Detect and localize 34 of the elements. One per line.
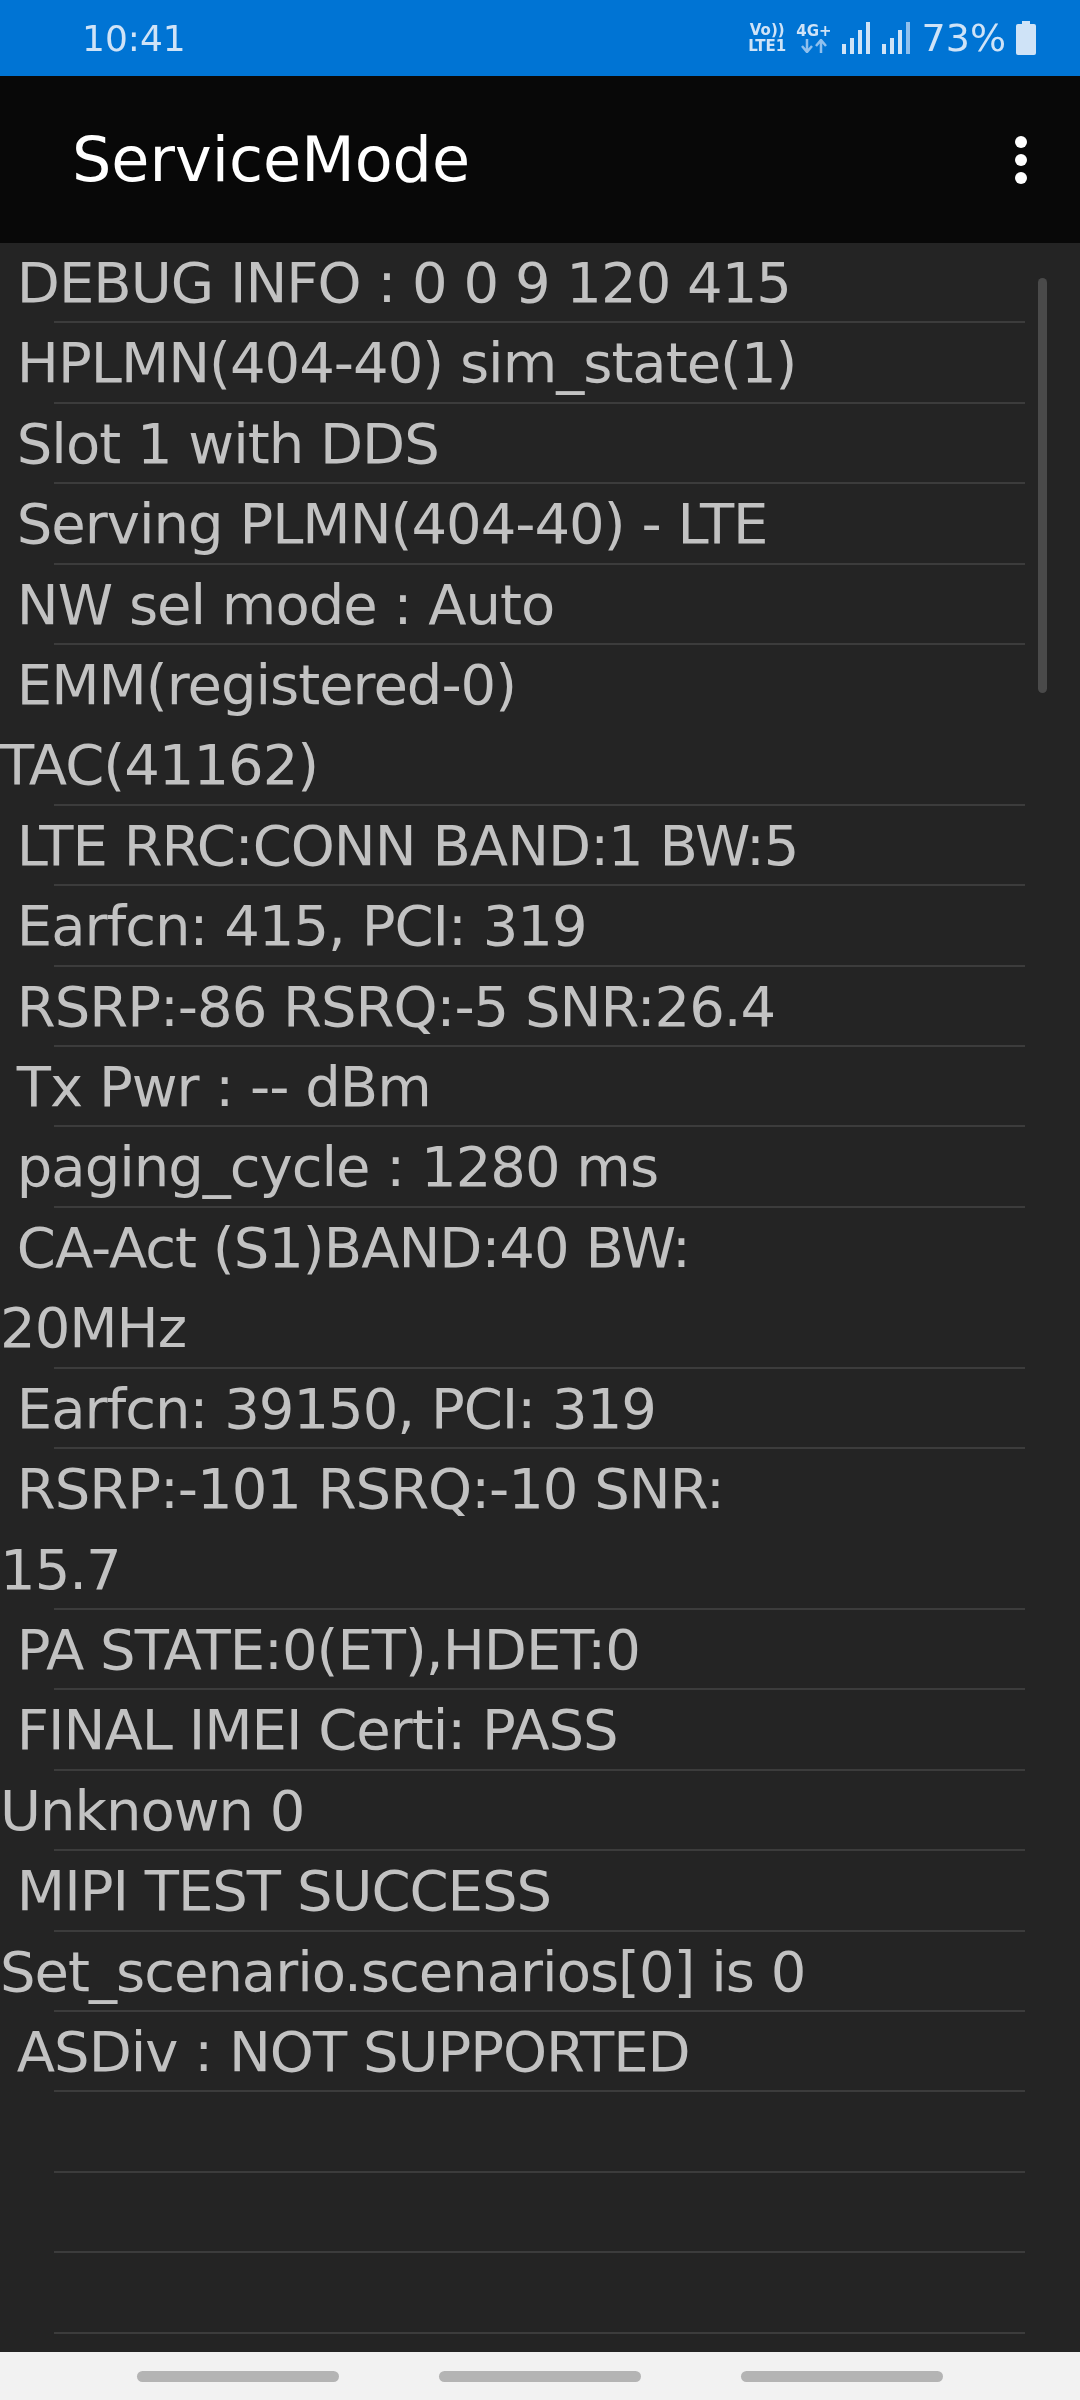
info-line: LTE RRC:CONN BAND:1 BW:5	[15, 811, 800, 880]
info-line: RSRP:-101 RSRQ:-10 SNR: 15.7	[0, 1455, 725, 1604]
nav-handle[interactable]	[439, 2370, 641, 2382]
nav-handle[interactable]	[741, 2370, 943, 2382]
info-line: paging_cycle : 1280 ms	[15, 1133, 660, 1202]
info-line: NW sel mode : Auto	[15, 570, 556, 639]
signal-icon	[841, 22, 872, 54]
info-line: Earfcn: 415, PCI: 319	[15, 892, 588, 961]
network-label: 4G+	[796, 23, 832, 39]
info-line: RSRP:-86 RSRQ:-5 SNR:26.4	[15, 972, 777, 1041]
info-line: FINAL IMEI Certi: PASS	[15, 1696, 619, 1765]
info-line: HPLMN(404-40) sim_state(1)	[15, 329, 798, 398]
more-options-icon[interactable]	[1014, 134, 1028, 185]
info-line: Unknown 0	[0, 1776, 306, 1845]
lte-label: LTE1	[748, 38, 787, 54]
battery-percent: 73%	[921, 16, 1006, 60]
nav-handle[interactable]	[137, 2370, 339, 2382]
info-line: Earfcn: 39150, PCI: 319	[15, 1374, 657, 1443]
info-line: EMM(registered-0) TAC(41162)	[0, 651, 518, 800]
info-line: DEBUG INFO : 0 0 9 120 415	[15, 249, 792, 317]
info-line: Slot 1 with DDS	[15, 409, 440, 478]
info-line: MIPI TEST SUCCESS	[15, 1857, 553, 1926]
data-arrows-icon	[800, 39, 827, 53]
signal-icon	[881, 22, 912, 54]
info-line: ASDiv : NOT SUPPORTED	[15, 2017, 691, 2086]
info-line: PA STATE:0(ET),HDET:0	[15, 1615, 641, 1684]
info-line: CA-Act (S1)BAND:40 BW: 20MHz	[0, 1213, 691, 1363]
app-title: ServiceMode	[72, 123, 471, 196]
volte-label: Vo))	[749, 22, 785, 38]
clock: 10:41	[82, 17, 186, 59]
info-line: Serving PLMN(404-40) - LTE	[15, 490, 769, 559]
info-line: Set_scenario.scenarios[0] is 0	[0, 1937, 807, 2006]
battery-icon	[1016, 21, 1036, 55]
info-line: Tx Pwr : -- dBm	[15, 1053, 432, 1122]
